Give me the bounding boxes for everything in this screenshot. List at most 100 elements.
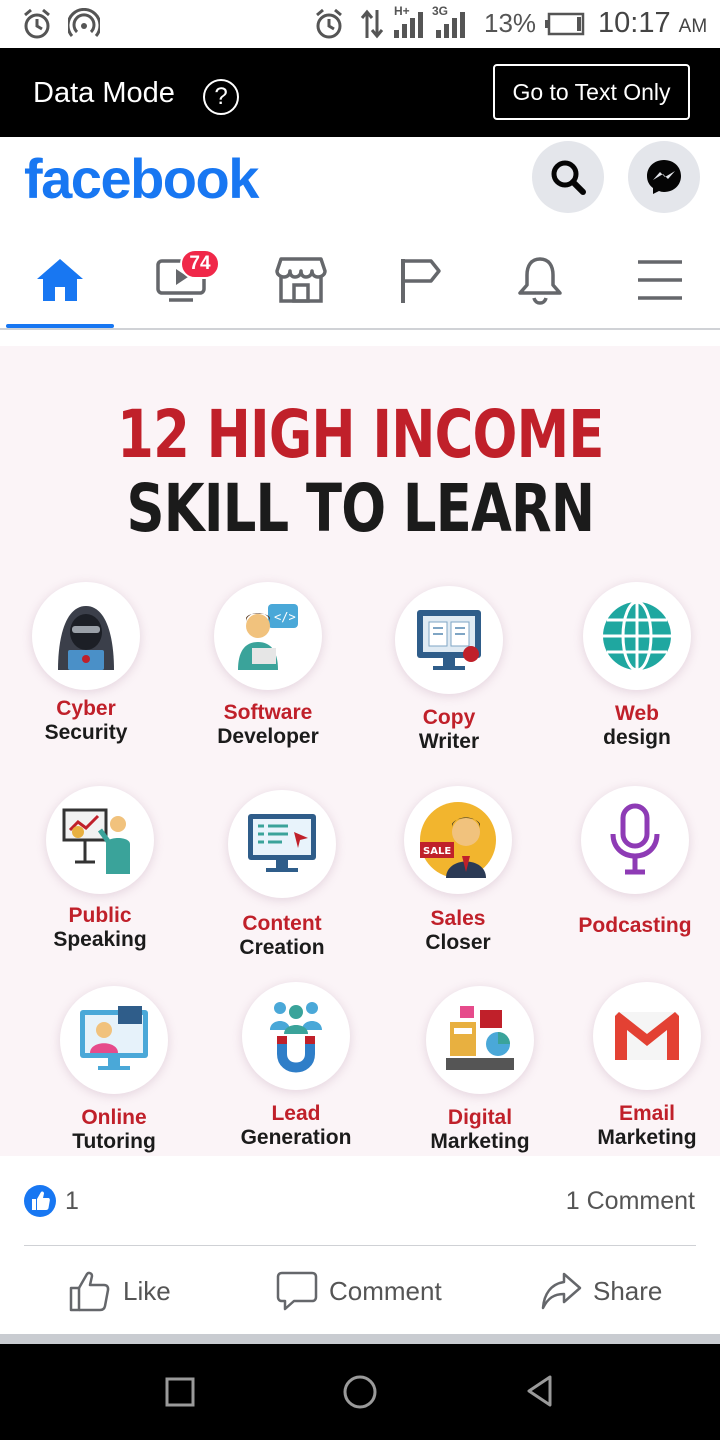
tab-marketplace[interactable] — [245, 233, 355, 328]
comment-icon — [276, 1271, 318, 1311]
svg-text:SALE: SALE — [423, 846, 451, 857]
skill-email-marketing: Email Marketing — [557, 982, 720, 1156]
microphone-icon — [610, 803, 660, 875]
clock: 10:17 AM — [598, 7, 708, 39]
marketplace-icon — [275, 257, 327, 303]
skill-lead-generation: Lead Generation — [206, 982, 386, 1156]
skill-label-1: Public — [68, 904, 132, 927]
svg-text:</>: </> — [274, 610, 296, 624]
skill-label-2: Marketing — [430, 1130, 530, 1153]
recents-button[interactable] — [164, 1374, 196, 1408]
skill-label-1: Sales — [430, 907, 486, 930]
skill-label-2: Speaking — [53, 928, 147, 951]
facebook-logo[interactable]: facebook — [24, 146, 259, 211]
alarm-icon-2 — [316, 8, 342, 39]
skill-public-speaking: Public Speaking — [10, 786, 190, 986]
tab-watch[interactable] — [125, 233, 235, 328]
tutor-icon — [80, 1006, 148, 1070]
skill-podcasting: Podcasting — [545, 786, 720, 986]
data-mode-bar: Data Mode ? Go to Text Only — [0, 48, 720, 137]
home-button[interactable] — [342, 1374, 378, 1410]
post-image[interactable]: 12 HIGH INCOME SKILL TO LEARN Cyber Secu… — [0, 346, 720, 1156]
skill-web-design: Web design — [547, 582, 720, 782]
network-type-2: 3G — [432, 4, 449, 18]
skill-label-2: Developer — [217, 725, 319, 748]
skill-label-1: Email — [618, 1102, 676, 1125]
messenger-button[interactable] — [628, 141, 700, 213]
feed-gap — [0, 330, 720, 346]
system-nav-bar — [0, 1344, 720, 1440]
share-icon — [541, 1272, 582, 1310]
hacker-icon — [58, 606, 114, 670]
go-to-text-only-button[interactable]: Go to Text Only — [493, 64, 690, 120]
share-label: Share — [593, 1276, 663, 1306]
share-button[interactable]: Share — [540, 1246, 680, 1334]
skill-label-2: design — [603, 726, 671, 749]
skill-label-2: Marketing — [597, 1126, 697, 1149]
monitor-icon — [248, 814, 316, 872]
image-headline-2: SKILL TO LEARN — [126, 470, 596, 547]
skill-label-1: Digital — [447, 1106, 513, 1129]
tab-notifications[interactable] — [485, 233, 595, 328]
writer-icon — [417, 610, 481, 670]
reactions-bar: 1 1 Comment — [0, 1156, 720, 1246]
search-button[interactable] — [532, 141, 604, 213]
skill-label-1: Software — [223, 701, 313, 724]
nav-tabs — [0, 233, 720, 330]
home-icon — [37, 259, 83, 301]
feed-separator — [0, 1334, 720, 1344]
like-label: Like — [123, 1276, 171, 1306]
skill-sales-closer: SALE Sales Closer — [368, 786, 548, 986]
skill-label-1: Podcasting — [578, 914, 692, 937]
tab-pages[interactable] — [365, 233, 475, 328]
back-button[interactable] — [524, 1374, 556, 1408]
data-arrows-icon — [360, 9, 384, 39]
skill-label-1: Content — [242, 912, 322, 935]
skill-label-2: Creation — [239, 936, 325, 959]
pages-icon — [401, 259, 441, 303]
globe-icon — [603, 600, 671, 672]
status-bar: H+ 3G 13% 10:17 AM — [0, 0, 720, 48]
app-header: facebook — [0, 137, 720, 233]
skill-label-2: Generation — [240, 1126, 352, 1149]
comment-label: Comment — [329, 1276, 442, 1306]
notifications-icon — [518, 257, 562, 305]
presenter-icon — [62, 808, 130, 874]
skill-label-2: Security — [44, 721, 128, 744]
tab-menu[interactable] — [605, 233, 715, 328]
developer-icon: </> — [238, 604, 298, 670]
skill-content-creation: Content Creation — [192, 790, 372, 990]
like-count[interactable]: 1 — [65, 1187, 79, 1216]
skill-label-2: Closer — [425, 931, 491, 954]
active-tab-indicator — [6, 324, 114, 328]
menu-icon — [638, 260, 682, 300]
magnet-icon — [270, 1002, 322, 1073]
skill-online-tutoring: Online Tutoring — [24, 986, 204, 1156]
skill-cyber-security: Cyber Security — [0, 582, 176, 782]
like-button[interactable]: Like — [68, 1246, 218, 1334]
skill-label-1: Web — [615, 702, 659, 725]
skill-label-2: Tutoring — [72, 1130, 156, 1153]
image-headline-1: 12 HIGH INCOME — [117, 396, 604, 473]
gmail-icon — [615, 1012, 679, 1060]
marketing-icon — [446, 1006, 514, 1070]
skill-copy-writer: Copy Writer — [359, 586, 539, 786]
comment-button[interactable]: Comment — [276, 1246, 456, 1334]
tab-home[interactable] — [5, 233, 115, 328]
network-type-1: H+ — [394, 4, 410, 18]
skill-label-1: Lead — [271, 1102, 321, 1125]
watch-badge: 74 — [180, 249, 220, 279]
salesman-icon: SALE — [420, 802, 496, 878]
skill-label-1: Cyber — [56, 697, 116, 720]
battery-percent: 13% — [484, 8, 537, 38]
like-reaction-icon[interactable] — [24, 1185, 56, 1217]
search-icon — [551, 160, 586, 195]
skill-label-2: Writer — [418, 730, 480, 753]
skill-software-developer: </> Software Developer — [178, 582, 358, 782]
comment-count[interactable]: 1 Comment — [566, 1187, 695, 1216]
data-mode-title: Data Mode — [33, 77, 175, 109]
help-icon[interactable]: ? — [203, 79, 239, 115]
post-actions: Like Comment Share — [0, 1246, 720, 1334]
messenger-icon — [647, 160, 681, 194]
hotspot-icon — [68, 8, 100, 37]
